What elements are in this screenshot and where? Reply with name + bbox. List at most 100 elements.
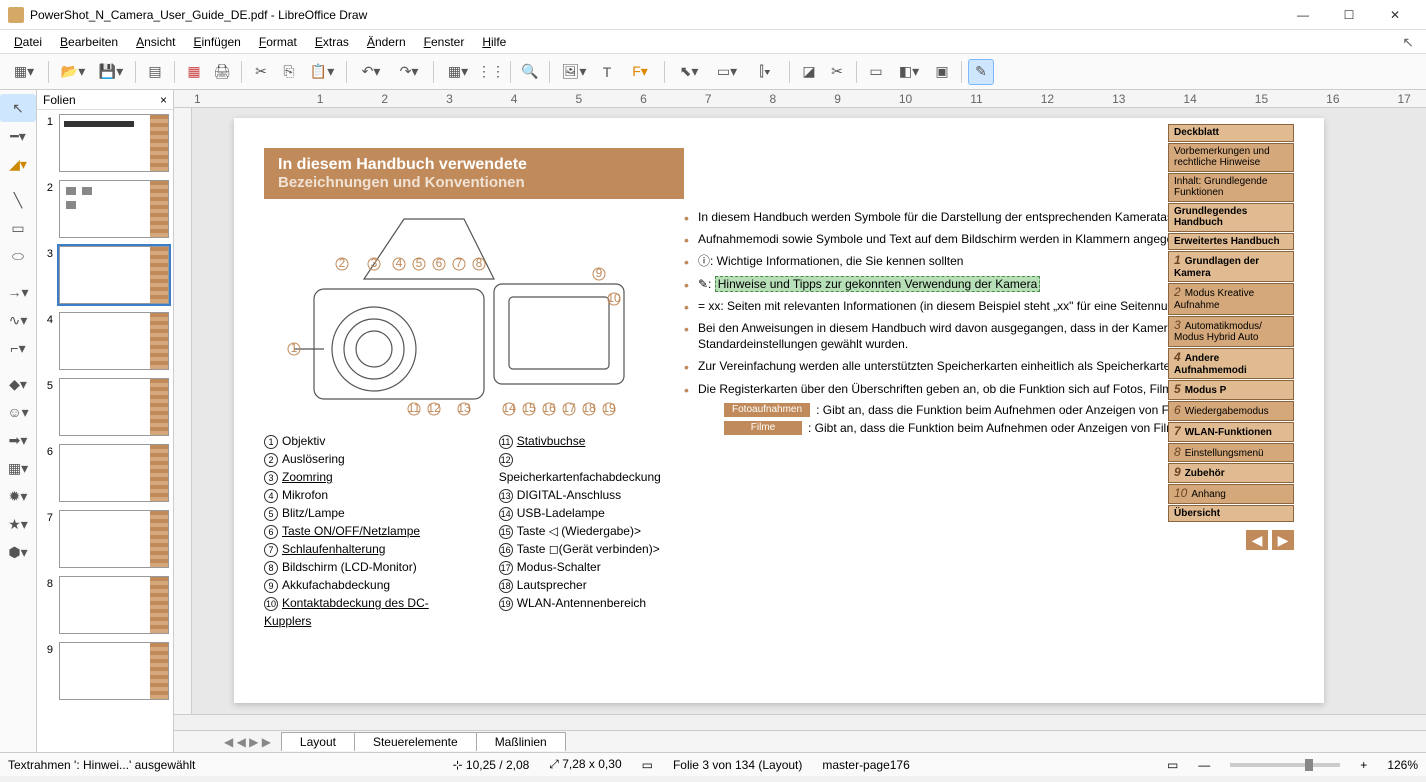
menu-datei[interactable]: Datei [6,33,50,51]
3d-button[interactable]: ◧▾ [891,59,927,85]
textbox-button[interactable]: T [594,59,620,85]
line-tool[interactable]: ╲ [0,186,36,214]
menu-einfuegen[interactable]: Einfügen [185,33,248,51]
grid-button[interactable]: ▦▾ [440,59,476,85]
slide-thumb-9[interactable]: 9 [41,642,169,700]
nav-item-13[interactable]: 9Zubehör [1168,463,1294,483]
part-2: 2Auslösering [264,450,459,468]
part-19: 19WLAN-Antennenbereich [499,594,664,612]
new-button[interactable]: ▦▾ [6,59,42,85]
symbol-shapes-tool[interactable]: ☺▾ [0,398,36,426]
slide-thumb-3[interactable]: 3 [41,246,169,304]
tab-steuer[interactable]: Steuerelemente [354,732,477,751]
status-page: Folie 3 von 134 (Layout) [673,758,802,772]
redo-button[interactable]: ↷▾ [391,59,427,85]
slide-thumb-4[interactable]: 4 [41,312,169,370]
ellipse-tool[interactable]: ⬭ [0,242,36,270]
slide-thumb-6[interactable]: 6 [41,444,169,502]
menu-hilfe[interactable]: Hilfe [474,33,514,51]
export-button[interactable]: ▤ [142,59,168,85]
fill-color-tool[interactable]: ◢▾ [0,150,36,178]
nav-item-1[interactable]: Vorbemerkungen und rechtliche Hinweise [1168,143,1294,172]
nav-item-14[interactable]: 10Anhang [1168,484,1294,504]
page-canvas[interactable]: In diesem Handbuch verwendete Bezeichnun… [234,118,1324,703]
nav-item-2[interactable]: Inhalt: Grundlegende Funktionen [1168,173,1294,202]
nav-item-11[interactable]: 7WLAN-Funktionen [1168,422,1294,442]
maximize-button[interactable]: ☐ [1326,0,1372,30]
gluepoints-button[interactable]: ✎ [968,59,994,85]
fontwork-button[interactable]: F▾ [622,59,658,85]
nav-item-6[interactable]: 2Modus Kreative Aufnahme [1168,283,1294,314]
align-button[interactable]: ⬉▾ [671,59,707,85]
selected-text[interactable]: Hinweise und Tipps zur gekonnten Verwend… [715,276,1041,292]
fit-page-icon[interactable]: ▭ [1167,758,1178,772]
slide-thumb-1[interactable]: 1 [41,114,169,172]
arrange-button[interactable]: ▭▾ [709,59,745,85]
crop-button[interactable]: ✂ [824,59,850,85]
distribute-button[interactable]: ⫿▾ [747,59,783,85]
connector-tool[interactable]: ⌐▾ [0,334,36,362]
menu-aendern[interactable]: Ändern [359,33,414,51]
shadow-button[interactable]: ◪ [796,59,822,85]
part-4: 4Mikrofon [264,486,459,504]
slide-thumb-2[interactable]: 2 [41,180,169,238]
slides-panel: Folien × 123456789 [37,90,174,752]
export-pdf-button[interactable]: ▦ [181,59,207,85]
status-insert-icon[interactable]: ▭ [642,758,653,772]
curve-tool[interactable]: ∿▾ [0,306,36,334]
nav-item-15[interactable]: Übersicht [1168,505,1294,523]
nav-prev[interactable]: ◀ [1246,530,1268,550]
cut-button[interactable]: ✂ [248,59,274,85]
zoom-value[interactable]: 126% [1387,758,1418,772]
nav-item-10[interactable]: 6Wiedergabemodus [1168,401,1294,421]
tag-film: Filme [724,421,802,435]
snap-button[interactable]: ⋮⋮ [478,59,504,85]
menu-bearbeiten[interactable]: Bearbeiten [52,33,126,51]
print-button[interactable]: 🖨 [209,59,235,85]
stars-tool[interactable]: ★▾ [0,510,36,538]
slides-close-icon[interactable]: × [160,93,167,107]
menu-extras[interactable]: Extras [307,33,357,51]
3d-objects-tool[interactable]: ⬢▾ [0,538,36,566]
open-button[interactable]: 📂▾ [55,59,91,85]
close-button[interactable]: ✕ [1372,0,1418,30]
block-arrows-tool[interactable]: ➡▾ [0,426,36,454]
zoom-button[interactable]: 🔍 [517,59,543,85]
layer-tabs: ◀ ◀ ▶ ▶ Layout Steuerelemente Maßlinien [174,730,1426,752]
nav-item-4[interactable]: Erweitertes Handbuch [1168,233,1294,251]
save-button[interactable]: 💾▾ [93,59,129,85]
nav-item-5[interactable]: 1Grundlagen der Kamera [1168,251,1294,282]
tab-layout[interactable]: Layout [281,732,355,751]
slide-thumb-5[interactable]: 5 [41,378,169,436]
slide-thumb-7[interactable]: 7 [41,510,169,568]
arrow-tool[interactable]: →▾ [0,278,36,306]
nav-item-12[interactable]: 8Einstellungsmenü [1168,443,1294,463]
filter-button[interactable]: ▭ [863,59,889,85]
slide-thumb-8[interactable]: 8 [41,576,169,634]
flowchart-tool[interactable]: ▦▾ [0,454,36,482]
zoom-slider[interactable] [1230,763,1340,767]
nav-item-8[interactable]: 4Andere Aufnahmemodi [1168,348,1294,379]
image-button[interactable]: 🖼▾ [556,59,592,85]
menu-ansicht[interactable]: Ansicht [128,33,183,51]
nav-item-9[interactable]: 5Modus P [1168,380,1294,400]
copy-button[interactable]: ⎘ [276,59,302,85]
nav-next[interactable]: ▶ [1272,530,1294,550]
select-tool[interactable]: ↖ [0,94,36,122]
basic-shapes-tool[interactable]: ◆▾ [0,370,36,398]
tab-mass[interactable]: Maßlinien [476,732,566,751]
h-scrollbar[interactable] [174,714,1426,730]
menu-format[interactable]: Format [251,33,305,51]
nav-item-7[interactable]: 3Automatikmodus/ Modus Hybrid Auto [1168,316,1294,347]
main-toolbar: ▦▾ 📂▾ 💾▾ ▤ ▦ 🖨 ✂ ⎘ 📋▾ ↶▾ ↷▾ ▦▾ ⋮⋮ 🔍 🖼▾ T… [0,54,1426,90]
line-color-tool[interactable]: ━▾ [0,122,36,150]
undo-button[interactable]: ↶▾ [353,59,389,85]
paste-button[interactable]: 📋▾ [304,59,340,85]
toggle-button[interactable]: ▣ [929,59,955,85]
callout-tool[interactable]: ✹▾ [0,482,36,510]
rect-tool[interactable]: ▭ [0,214,36,242]
nav-item-0[interactable]: Deckblatt [1168,124,1294,142]
menu-fenster[interactable]: Fenster [416,33,473,51]
minimize-button[interactable]: ― [1280,0,1326,30]
nav-item-3[interactable]: Grundlegendes Handbuch [1168,203,1294,232]
